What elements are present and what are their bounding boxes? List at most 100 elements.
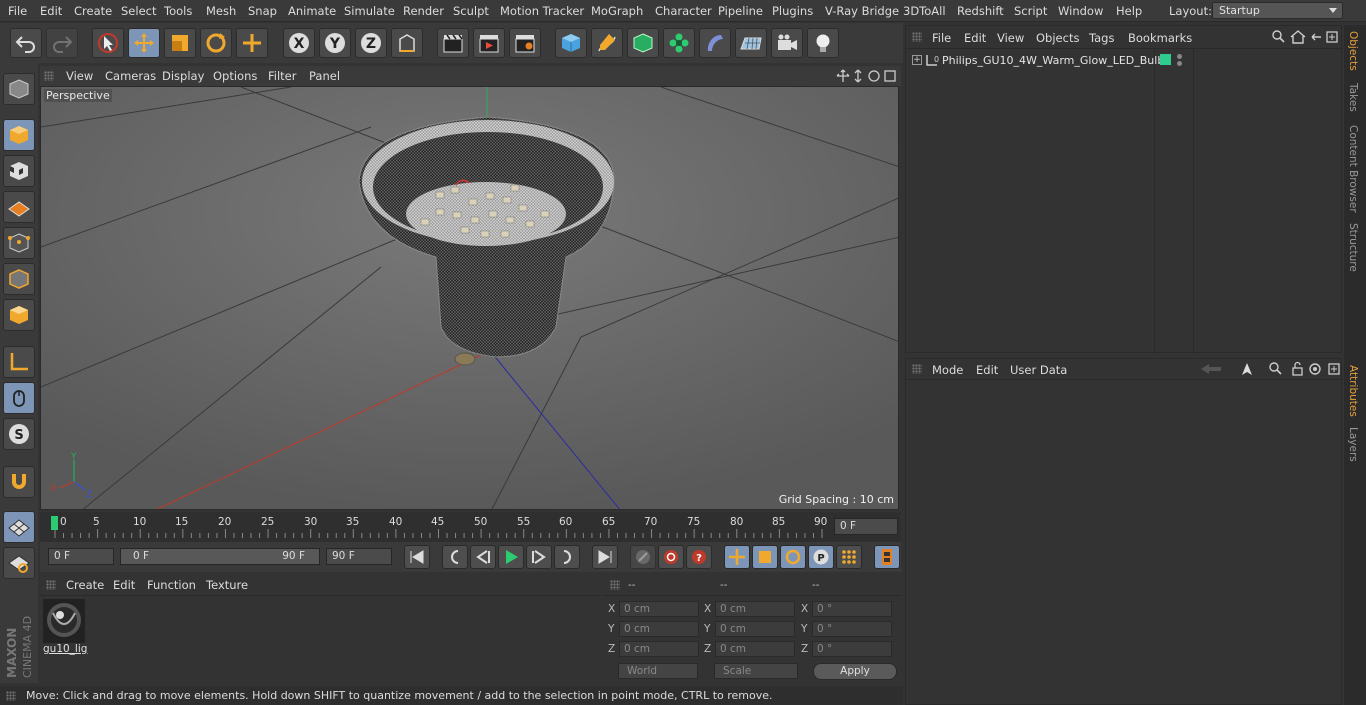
object-row[interactable]: + 0 Philips_GU10_4W_Warm_Glow_LED_Bulb xyxy=(908,52,1342,70)
key-pla-button[interactable] xyxy=(836,545,862,569)
viewport-menu-options[interactable]: Options xyxy=(213,69,257,83)
current-frame-field[interactable]: 0 F xyxy=(834,518,898,535)
play-button[interactable] xyxy=(498,545,524,569)
key-scale-button[interactable] xyxy=(752,545,778,569)
menu-character[interactable]: Character xyxy=(655,4,712,18)
next-key-button[interactable] xyxy=(554,545,580,569)
menu-create[interactable]: Create xyxy=(74,4,112,18)
material-menu-create[interactable]: Create xyxy=(66,578,104,592)
object-menu-bookmarks[interactable]: Bookmarks xyxy=(1128,31,1192,45)
light-object-button[interactable] xyxy=(807,28,839,58)
coordinate-system-button[interactable] xyxy=(391,28,423,58)
previous-key-button[interactable] xyxy=(442,545,468,569)
tab-takes[interactable]: Takes xyxy=(1347,83,1359,112)
viewport-menu-view[interactable]: View xyxy=(66,69,93,83)
attribute-menu-edit[interactable]: Edit xyxy=(976,363,998,377)
keyframe-selection-button[interactable]: ? xyxy=(686,545,712,569)
viewport-menu-cameras[interactable]: Cameras xyxy=(105,69,156,83)
viewport-menu-panel[interactable]: Panel xyxy=(309,69,340,83)
y-axis-lock-button[interactable]: Y xyxy=(319,28,351,58)
layer-color-tag[interactable] xyxy=(1160,54,1171,65)
points-mode-button[interactable] xyxy=(3,227,35,259)
go-to-end-button[interactable] xyxy=(592,545,618,569)
attribute-manager-tools[interactable] xyxy=(1199,361,1341,377)
z-axis-lock-button[interactable]: Z xyxy=(355,28,387,58)
perspective-viewport[interactable]: Perspective Y X Z Grid Spacing : 10 cm xyxy=(40,86,899,510)
record-key-button[interactable] xyxy=(630,545,656,569)
move-tool-button[interactable] xyxy=(128,28,160,58)
size-z-field[interactable]: 0 cm xyxy=(715,641,795,657)
autokey-button[interactable] xyxy=(658,545,684,569)
render-to-picture-viewer-button[interactable] xyxy=(473,28,505,58)
pen-spline-button[interactable] xyxy=(591,28,623,58)
tweak-mode-button[interactable] xyxy=(3,382,35,414)
viewport-navigation-icons[interactable] xyxy=(835,68,897,84)
x-axis-lock-button[interactable]: X xyxy=(283,28,315,58)
go-to-start-button[interactable] xyxy=(404,545,430,569)
tab-objects[interactable]: Objects xyxy=(1347,31,1359,71)
menu-pipeline[interactable]: Pipeline xyxy=(718,4,763,18)
object-menu-edit[interactable]: Edit xyxy=(964,31,986,45)
key-rotation-button[interactable] xyxy=(780,545,806,569)
object-menu-file[interactable]: File xyxy=(932,31,951,45)
menu-mograph[interactable]: MoGraph xyxy=(591,4,643,18)
size-mode-select[interactable]: Scale xyxy=(714,663,798,679)
attribute-menu-mode[interactable]: Mode xyxy=(932,363,963,377)
attribute-menu-user-data[interactable]: User Data xyxy=(1010,363,1067,377)
camera-object-button[interactable] xyxy=(771,28,803,58)
object-manager-tools[interactable] xyxy=(1271,29,1339,45)
size-x-field[interactable]: 0 cm xyxy=(715,601,795,617)
menu-tools[interactable]: Tools xyxy=(164,4,192,18)
menu-3dtoall[interactable]: 3DToAll xyxy=(903,4,946,18)
polygons-mode-button[interactable] xyxy=(3,299,35,331)
apply-button[interactable]: Apply xyxy=(813,663,897,680)
menu-file[interactable]: File xyxy=(8,4,27,18)
menu-select[interactable]: Select xyxy=(121,4,156,18)
layout-select[interactable]: Startup xyxy=(1212,2,1343,19)
next-frame-button[interactable] xyxy=(526,545,552,569)
workplane-mode-button[interactable] xyxy=(3,191,35,223)
timeline-button[interactable] xyxy=(874,545,900,569)
object-menu-view[interactable]: View xyxy=(997,31,1024,45)
menu-script[interactable]: Script xyxy=(1014,4,1047,18)
locked-workplane-button[interactable] xyxy=(3,547,35,579)
render-settings-button[interactable] xyxy=(509,28,541,58)
menu-sculpt[interactable]: Sculpt xyxy=(453,4,489,18)
floor-object-button[interactable] xyxy=(735,28,767,58)
tab-layers[interactable]: Layers xyxy=(1347,427,1359,462)
magnet-button[interactable] xyxy=(3,466,35,498)
key-position-button[interactable] xyxy=(724,545,750,569)
end-frame-field[interactable]: 90 F xyxy=(326,548,392,565)
menu-animate[interactable]: Animate xyxy=(288,4,336,18)
start-frame-field[interactable]: 0 F xyxy=(48,548,114,565)
texture-mode-button[interactable] xyxy=(3,155,35,187)
render-visibility-dot[interactable] xyxy=(1177,61,1182,66)
tab-content-browser[interactable]: Content Browser xyxy=(1347,125,1359,213)
pos-y-field[interactable]: 0 cm xyxy=(619,621,699,637)
menu-window[interactable]: Window xyxy=(1058,4,1103,18)
menu-vray-bridge[interactable]: V-Ray Bridge xyxy=(825,4,899,18)
timeline-ruler[interactable]: 0 5 10 15 20 25 30 35 40 45 50 55 60 65 … xyxy=(40,512,901,542)
key-parameter-button[interactable]: P xyxy=(808,545,834,569)
snap-button[interactable]: S xyxy=(3,418,35,450)
menu-snap[interactable]: Snap xyxy=(248,4,277,18)
redo-button[interactable] xyxy=(46,28,78,58)
tab-structure[interactable]: Structure xyxy=(1347,223,1359,272)
material-swatch[interactable]: gu10_lig xyxy=(43,599,87,657)
frame-range-slider[interactable]: 0 F 90 F xyxy=(120,548,320,565)
undo-button[interactable] xyxy=(10,28,42,58)
editor-visibility-dot[interactable] xyxy=(1177,54,1182,59)
menu-mesh[interactable]: Mesh xyxy=(206,4,236,18)
subdivision-surface-button[interactable] xyxy=(627,28,659,58)
live-selection-button[interactable] xyxy=(92,28,124,58)
object-menu-objects[interactable]: Objects xyxy=(1036,31,1079,45)
cube-object-button[interactable] xyxy=(555,28,587,58)
viewport-menu-filter[interactable]: Filter xyxy=(268,69,296,83)
material-menu-edit[interactable]: Edit xyxy=(113,578,135,592)
make-editable-button[interactable] xyxy=(3,73,35,105)
edges-mode-button[interactable] xyxy=(3,263,35,295)
deformer-button[interactable] xyxy=(699,28,731,58)
axis-mode-button[interactable] xyxy=(3,346,35,378)
material-menu-function[interactable]: Function xyxy=(147,578,196,592)
menu-motion-tracker[interactable]: Motion Tracker xyxy=(500,4,584,18)
